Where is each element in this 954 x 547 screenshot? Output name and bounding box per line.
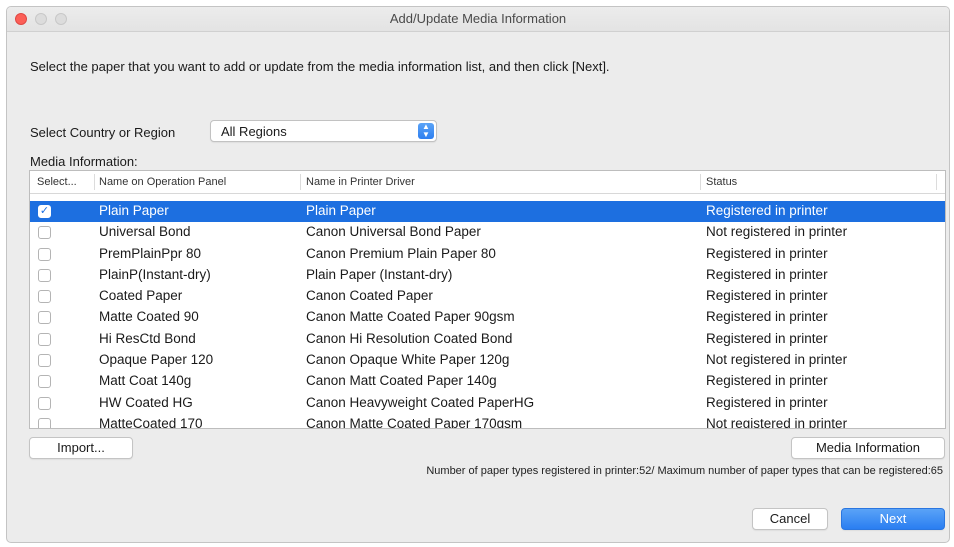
status-cell: Not registered in printer <box>706 415 848 429</box>
row-checkbox[interactable] <box>38 332 51 346</box>
media-information-button[interactable]: Media Information <box>791 437 945 459</box>
table-row[interactable]: Universal Bond Canon Universal Bond Paper… <box>30 222 945 243</box>
column-header-status[interactable]: Status <box>706 176 737 190</box>
driver-name-cell: Canon Heavyweight Coated PaperHG <box>306 394 535 410</box>
table-header: Select... Name on Operation Panel Name i… <box>30 171 945 194</box>
driver-name-cell: Canon Opaque White Paper 120g <box>306 352 510 368</box>
driver-name-cell: Canon Matte Coated Paper 170gsm <box>306 415 523 429</box>
table-row[interactable]: PremPlainPpr 80 Canon Premium Plain Paper… <box>30 244 945 265</box>
panel-name-cell: Opaque Paper 120 <box>99 352 214 368</box>
column-divider <box>936 174 937 190</box>
status-cell: Registered in printer <box>706 394 828 410</box>
row-checkbox[interactable] <box>38 290 51 304</box>
row-checkbox[interactable] <box>38 417 51 428</box>
table-row[interactable]: PlainP(Instant-dry) Plain Paper (Instant-… <box>30 265 945 286</box>
panel-name-cell: PlainP(Instant-dry) <box>99 266 211 282</box>
instruction-text: Select the paper that you want to add or… <box>30 59 610 74</box>
column-header-driver-name[interactable]: Name in Printer Driver <box>306 176 415 190</box>
status-cell: Registered in printer <box>706 330 828 346</box>
status-cell: Registered in printer <box>706 288 828 304</box>
region-select[interactable]: All Regions ▲ ▼ <box>210 120 437 142</box>
panel-name-cell: Matt Coat 140g <box>99 373 192 389</box>
driver-name-cell: Canon Matt Coated Paper 140g <box>306 373 497 389</box>
panel-name-cell: HW Coated HG <box>99 394 193 410</box>
driver-name-cell: Canon Premium Plain Paper 80 <box>306 245 496 261</box>
driver-name-cell: Plain Paper (Instant-dry) <box>306 266 453 282</box>
status-cell: Registered in printer <box>706 245 828 261</box>
row-checkbox[interactable] <box>38 247 51 261</box>
region-label: Select Country or Region <box>30 125 176 140</box>
panel-name-cell: Plain Paper <box>99 203 169 218</box>
status-cell: Registered in printer <box>706 203 828 218</box>
column-header-select[interactable]: Select... <box>37 176 77 190</box>
driver-name-cell: Canon Hi Resolution Coated Bond <box>306 330 513 346</box>
table-row[interactable]: Opaque Paper 120 Canon Opaque White Paper… <box>30 350 945 371</box>
panel-name-cell: Universal Bond <box>99 224 191 240</box>
status-cell: Not registered in printer <box>706 352 848 368</box>
region-select-value: All Regions <box>221 124 287 139</box>
table-row[interactable]: Hi ResCtd Bond Canon Hi Resolution Coated… <box>30 329 945 350</box>
status-cell: Registered in printer <box>706 266 828 282</box>
driver-name-cell: Canon Coated Paper <box>306 288 433 304</box>
registered-count-text: Number of paper types registered in prin… <box>426 465 943 477</box>
panel-name-cell: PremPlainPpr 80 <box>99 245 202 261</box>
status-cell: Registered in printer <box>706 309 828 325</box>
table-body: ✓ Plain Paper Plain Paper Registered in pri… <box>30 201 945 429</box>
table-row[interactable]: Coated Paper Canon Coated Paper Registered… <box>30 286 945 307</box>
window-title: Add/Update Media Information <box>389 11 567 26</box>
panel-name-cell: MatteCoated 170 <box>99 415 203 429</box>
media-information-label: Media Information: <box>30 154 138 169</box>
row-checkbox[interactable] <box>38 375 51 389</box>
row-checkbox[interactable] <box>38 354 51 368</box>
title-bar: Add/Update Media Information <box>7 7 949 32</box>
checkmark-icon: ✓ <box>39 205 50 217</box>
status-cell: Registered in printer <box>706 373 828 389</box>
status-cell: Not registered in printer <box>706 224 848 240</box>
driver-name-cell: Canon Universal Bond Paper <box>306 224 481 240</box>
table-row[interactable]: ✓ Plain Paper Plain Paper Registered in pri… <box>30 201 945 223</box>
import-button[interactable]: Import... <box>29 437 133 459</box>
media-information-table: Select... Name on Operation Panel Name i… <box>29 170 946 429</box>
table-row[interactable]: Matt Coat 140g Canon Matt Coated Paper 14… <box>30 371 945 392</box>
panel-name-cell: Hi ResCtd Bond <box>99 330 196 346</box>
column-divider <box>300 174 301 190</box>
row-checkbox[interactable]: ✓ <box>38 205 51 218</box>
row-checkbox[interactable] <box>38 311 51 325</box>
dialog-window: Add/Update Media Information Select the … <box>6 6 950 543</box>
next-button[interactable]: Next <box>841 508 945 530</box>
column-divider <box>94 174 95 190</box>
driver-name-cell: Canon Matte Coated Paper 90gsm <box>306 309 515 325</box>
table-row[interactable]: MatteCoated 170 Canon Matte Coated Paper … <box>30 414 945 429</box>
table-row[interactable]: Matte Coated 90 Canon Matte Coated Paper … <box>30 307 945 328</box>
row-checkbox[interactable] <box>38 268 51 282</box>
column-divider <box>700 174 701 190</box>
row-checkbox[interactable] <box>38 226 51 240</box>
panel-name-cell: Coated Paper <box>99 288 183 304</box>
panel-name-cell: Matte Coated 90 <box>99 309 199 325</box>
column-header-panel-name[interactable]: Name on Operation Panel <box>99 176 226 190</box>
driver-name-cell: Plain Paper <box>306 203 376 218</box>
table-row[interactable]: HW Coated HG Canon Heavyweight Coated Pap… <box>30 393 945 414</box>
chevron-up-down-icon: ▲ ▼ <box>418 123 434 139</box>
row-checkbox[interactable] <box>38 396 51 410</box>
cancel-button[interactable]: Cancel <box>752 508 828 530</box>
